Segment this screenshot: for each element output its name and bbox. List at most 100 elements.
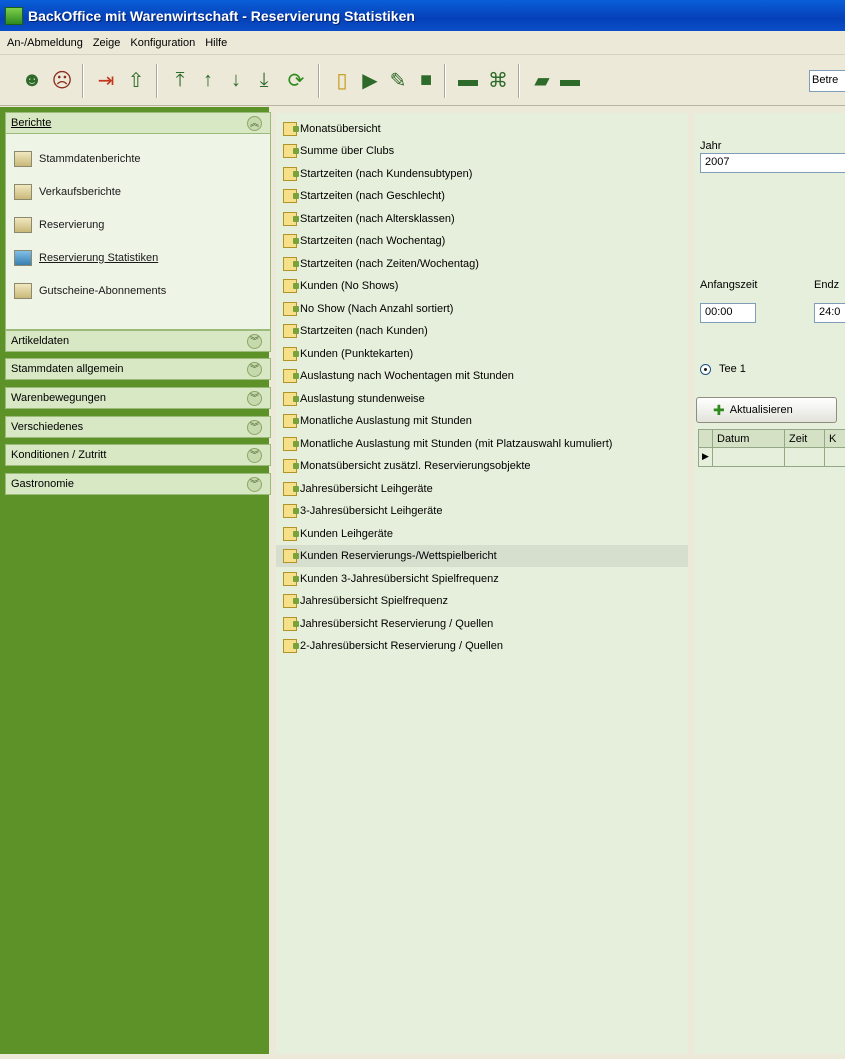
- row-pointer-icon: ▶: [699, 448, 713, 466]
- end-time-field[interactable]: 24:0: [814, 303, 845, 323]
- list-item[interactable]: No Show (Nach Anzahl sortiert): [276, 298, 688, 320]
- sidebar-item-reservierung[interactable]: Reservierung: [14, 214, 104, 236]
- last-record-icon[interactable]: ⤓: [252, 68, 276, 92]
- title-bar: BackOffice mit Warenwirtschaft - Reservi…: [0, 0, 845, 31]
- app-icon: [5, 6, 23, 25]
- edit-icon[interactable]: ✎: [386, 68, 410, 92]
- refresh-button[interactable]: ✚ Aktualisieren: [696, 397, 837, 423]
- table-cell[interactable]: [825, 448, 845, 466]
- report-icon: [283, 482, 299, 496]
- printer-icon[interactable]: ▰: [530, 68, 554, 92]
- list-item[interactable]: Jahresübersicht Reservierung / Quellen: [276, 613, 688, 635]
- list-item[interactable]: Startzeiten (nach Wochentag): [276, 230, 688, 252]
- column-header-k[interactable]: K: [825, 430, 845, 447]
- report-icon: [283, 437, 299, 451]
- book-icon[interactable]: ▬: [456, 68, 480, 92]
- list-item[interactable]: Jahresübersicht Spielfrequenz: [276, 590, 688, 612]
- start-time-field[interactable]: 00:00: [700, 303, 756, 323]
- list-item[interactable]: Summe über Clubs: [276, 140, 688, 162]
- report-icon: [283, 392, 299, 406]
- report-icon: [283, 504, 299, 518]
- report-icon: [283, 527, 299, 541]
- list-item[interactable]: 3-Jahresübersicht Leihgeräte: [276, 500, 688, 522]
- radio-selected-icon[interactable]: [700, 363, 711, 375]
- year-field[interactable]: 2007: [700, 153, 845, 173]
- list-item[interactable]: Kunden (No Shows): [276, 275, 688, 297]
- list-item[interactable]: Kunden 3-Jahresübersicht Spielfrequenz: [276, 568, 688, 590]
- list-item[interactable]: Monatsübersicht zusätzl. Reservierungsob…: [276, 455, 688, 477]
- list-item-selected[interactable]: Kunden Reservierungs-/Wettspielbericht: [276, 545, 688, 567]
- table-cell[interactable]: [713, 448, 785, 466]
- list-item[interactable]: Startzeiten (nach Altersklassen): [276, 208, 688, 230]
- upload-icon[interactable]: ⇧: [124, 68, 148, 92]
- exit-icon[interactable]: ⇥: [94, 68, 118, 92]
- menu-zeige[interactable]: Zeige: [88, 37, 126, 49]
- section-verschiedenes[interactable]: Verschiedenes ︾: [5, 416, 271, 438]
- section-stammdaten-allgemein[interactable]: Stammdaten allgemein ︾: [5, 358, 271, 380]
- toolbar-separator: [82, 64, 84, 98]
- collapse-icon[interactable]: ︽: [247, 116, 262, 131]
- report-icon: [283, 122, 299, 136]
- section-artikeldaten[interactable]: Artikeldaten ︾: [5, 330, 271, 352]
- section-gastronomie[interactable]: Gastronomie ︾: [5, 473, 271, 495]
- result-grid-header: Datum Zeit K: [698, 429, 845, 448]
- report-list: Monatsübersicht Summe über Clubs Startze…: [276, 113, 688, 1059]
- tee-radio[interactable]: Tee 1: [700, 363, 746, 375]
- list-item[interactable]: Monatliche Auslastung mit Stunden (mit P…: [276, 433, 688, 455]
- menu-bar: An-/Abmeldung Zeige Konfiguration Hilfe: [0, 31, 845, 55]
- section-konditionen-zutritt[interactable]: Konditionen / Zutritt ︾: [5, 444, 271, 466]
- user-icon[interactable]: ☻: [20, 68, 44, 92]
- golf-flag-icon: [14, 250, 32, 266]
- card-icon[interactable]: ▬: [558, 68, 582, 92]
- menu-hilfe[interactable]: Hilfe: [200, 37, 232, 49]
- menu-konfiguration[interactable]: Konfiguration: [125, 37, 200, 49]
- list-item[interactable]: 2-Jahresübersicht Reservierung / Quellen: [276, 635, 688, 657]
- table-cell[interactable]: [785, 448, 825, 466]
- expand-icon[interactable]: ︾: [247, 477, 262, 492]
- list-item[interactable]: Kunden Leihgeräte: [276, 523, 688, 545]
- user-remove-icon[interactable]: ☹: [50, 68, 74, 92]
- report-icon: [283, 414, 299, 428]
- expand-icon[interactable]: ︾: [247, 334, 262, 349]
- list-item[interactable]: Startzeiten (nach Zeiten/Wochentag): [276, 253, 688, 275]
- delete-icon[interactable]: ■: [414, 68, 438, 92]
- filter-combo[interactable]: Betre: [809, 70, 845, 92]
- expand-icon[interactable]: ︾: [247, 448, 262, 463]
- toolbar-separator: [518, 64, 520, 98]
- sidebar-item-verkaufsberichte[interactable]: Verkaufsberichte: [14, 181, 121, 203]
- list-item[interactable]: Monatsübersicht: [276, 118, 688, 140]
- column-header-zeit[interactable]: Zeit: [785, 430, 825, 447]
- report-icon: [283, 167, 299, 181]
- row-header-cell: [699, 430, 713, 447]
- previous-record-icon[interactable]: ↑: [196, 68, 220, 92]
- refresh-icon[interactable]: ⟳: [284, 68, 308, 92]
- table-row[interactable]: ▶: [698, 448, 845, 467]
- first-record-icon[interactable]: ⤒: [168, 68, 192, 92]
- next-record-icon[interactable]: ↓: [224, 68, 248, 92]
- document-icon[interactable]: ▯: [330, 68, 354, 92]
- binoculars-icon[interactable]: ⌘: [486, 68, 510, 92]
- list-item[interactable]: Monatliche Auslastung mit Stunden: [276, 410, 688, 432]
- list-item[interactable]: Startzeiten (nach Kundensubtypen): [276, 163, 688, 185]
- section-warenbewegungen[interactable]: Warenbewegungen ︾: [5, 387, 271, 409]
- list-item[interactable]: Startzeiten (nach Kunden): [276, 320, 688, 342]
- menu-anmeldung[interactable]: An-/Abmeldung: [2, 37, 88, 49]
- section-berichte[interactable]: Berichte ︽: [5, 112, 271, 134]
- column-header-datum[interactable]: Datum: [713, 430, 785, 447]
- start-time-label: Anfangszeit: [700, 279, 758, 291]
- list-item[interactable]: Auslastung nach Wochentagen mit Stunden: [276, 365, 688, 387]
- sidebar-item-gutscheine[interactable]: Gutscheine-Abonnements: [14, 280, 166, 302]
- report-icon: [283, 369, 299, 383]
- expand-icon[interactable]: ︾: [247, 391, 262, 406]
- report-icon: [283, 459, 299, 473]
- sidebar-item-stammdatenberichte[interactable]: Stammdatenberichte: [14, 148, 141, 170]
- list-item[interactable]: Startzeiten (nach Geschlecht): [276, 185, 688, 207]
- expand-icon[interactable]: ︾: [247, 420, 262, 435]
- list-item[interactable]: Kunden (Punktekarten): [276, 343, 688, 365]
- sales-report-icon: [14, 184, 32, 200]
- sidebar-item-reservierung-statistiken[interactable]: Reservierung Statistiken: [14, 247, 158, 269]
- list-item[interactable]: Jahresübersicht Leihgeräte: [276, 478, 688, 500]
- forward-icon[interactable]: ▶: [358, 68, 382, 92]
- expand-icon[interactable]: ︾: [247, 362, 262, 377]
- list-item[interactable]: Auslastung stundenweise: [276, 388, 688, 410]
